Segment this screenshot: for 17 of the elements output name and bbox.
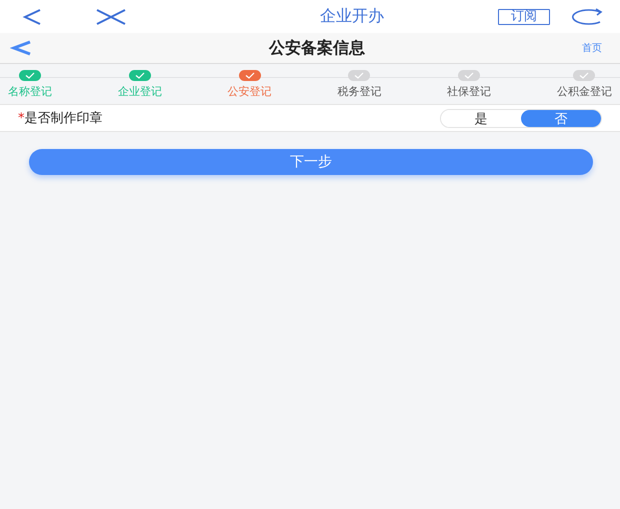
back-icon[interactable] [22, 8, 42, 24]
close-icon[interactable] [96, 8, 126, 24]
step-label: 名称登记 [8, 84, 52, 99]
step-label: 公安登记 [228, 84, 272, 99]
step-label: 公积金登记 [556, 84, 612, 99]
step-label: 税务登记 [337, 84, 382, 99]
app-title: 企业开办 [319, 6, 385, 27]
step-label: 企业登记 [118, 84, 162, 99]
field-label: *是否制作印章 [18, 110, 104, 127]
next-button[interactable]: 下一步 [29, 149, 593, 175]
page-title: 公安备案信息 [268, 38, 366, 58]
refresh-icon[interactable] [570, 8, 604, 26]
back-icon[interactable] [10, 40, 32, 56]
step-label: 社保登记 [447, 84, 492, 99]
home-link[interactable]: 首页 [582, 41, 602, 55]
toggle-option[interactable]: 否 [521, 110, 601, 126]
subscribe-button[interactable]: 订阅 [498, 8, 550, 24]
